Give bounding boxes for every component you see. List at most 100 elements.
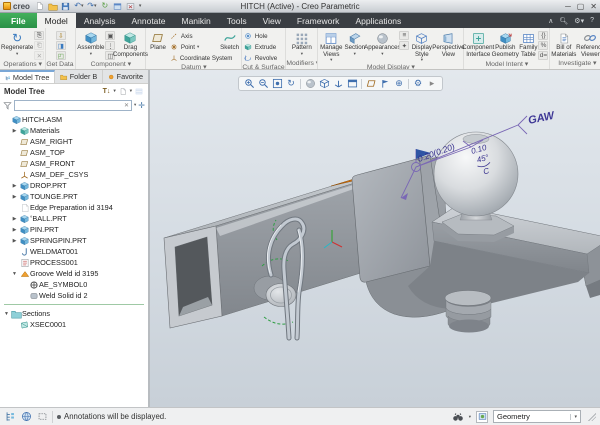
expander-icon[interactable]: ▶ bbox=[10, 216, 19, 222]
hole-button[interactable]: Hole bbox=[244, 31, 284, 41]
repaint-icon[interactable]: ↻ bbox=[285, 78, 297, 90]
search-binoculars-icon[interactable] bbox=[452, 411, 464, 423]
group-label-operations[interactable]: Operations ▾ bbox=[0, 60, 45, 69]
parameters-icon[interactable]: {} bbox=[538, 31, 548, 40]
zoom-out-icon[interactable] bbox=[257, 78, 269, 90]
scene-icon[interactable]: ✦ bbox=[399, 41, 409, 50]
model-viewport[interactable]: GAW 0.20(0.20) 0.10 45° C bbox=[150, 70, 600, 407]
tree-item-hitch-asm[interactable]: HITCH.ASM bbox=[0, 114, 148, 125]
tree-item-weldmat001[interactable]: WELDMAT001 bbox=[0, 246, 148, 257]
sketch-button[interactable]: Sketch bbox=[219, 30, 241, 52]
section-button[interactable]: Section▾ bbox=[344, 30, 365, 56]
tree-filter-input[interactable] bbox=[15, 101, 122, 110]
tree-item-materials[interactable]: ▶Materials bbox=[0, 125, 148, 136]
graphics-settings-icon[interactable]: ⚙ bbox=[412, 78, 424, 90]
tree-filters-arrow-icon[interactable]: ▾ bbox=[113, 88, 115, 94]
tab-manikin[interactable]: Manikin bbox=[174, 13, 219, 28]
tree-filters-icon[interactable]: T↓ bbox=[101, 86, 111, 96]
minimize-button[interactable]: ─ bbox=[565, 2, 571, 11]
tree-item-pin-prt[interactable]: ▶PIN.PRT bbox=[0, 224, 148, 235]
help-icon[interactable]: ? bbox=[590, 17, 594, 24]
tree-item-edge-preparation[interactable]: Edge Preparation id 3194 bbox=[0, 202, 148, 213]
plane-button[interactable]: Plane bbox=[147, 30, 169, 52]
coordinate-system-button[interactable]: Coordinate System bbox=[170, 53, 218, 63]
tree-columns-arrow-icon[interactable]: ▾ bbox=[130, 88, 132, 94]
view-manager-icon[interactable] bbox=[346, 78, 358, 90]
display-style-button[interactable]: Display Style▾ bbox=[410, 30, 433, 63]
settings-icon[interactable]: ⚙▾ bbox=[574, 17, 584, 25]
tree-item-weld-solid[interactable]: Weld Solid id 2 bbox=[0, 290, 148, 301]
zoom-in-icon[interactable] bbox=[243, 78, 255, 90]
save-icon[interactable] bbox=[61, 1, 71, 11]
spin-center-icon[interactable]: ⊕ bbox=[393, 78, 405, 90]
web-browser-icon[interactable] bbox=[20, 411, 32, 423]
tree-item-sections[interactable]: ▼Sections bbox=[0, 308, 148, 319]
expander-icon[interactable]: ▼ bbox=[2, 311, 11, 317]
group-label-investigate[interactable]: Investigate ▾ bbox=[550, 59, 600, 69]
tab-model[interactable]: Model bbox=[37, 13, 76, 28]
expander-icon[interactable]: ▶ bbox=[10, 238, 19, 244]
open-file-icon[interactable] bbox=[48, 1, 58, 11]
graphics-area[interactable]: ↻ ⊕ ⚙ ▸ bbox=[150, 70, 600, 407]
tree-settings-icon[interactable] bbox=[134, 86, 144, 96]
command-search-icon[interactable]: 🔍︎ bbox=[559, 17, 568, 25]
tab-file[interactable]: File bbox=[0, 13, 37, 28]
refit-icon[interactable] bbox=[271, 78, 283, 90]
regenerate-button[interactable]: ↻ Regenerate▾ bbox=[1, 30, 33, 56]
tree-item-asm-right[interactable]: ASM_RIGHT bbox=[0, 136, 148, 147]
window-icon[interactable] bbox=[113, 1, 123, 11]
tab-view[interactable]: View bbox=[255, 13, 289, 28]
relations-icon[interactable]: % bbox=[538, 41, 548, 50]
appearances-button[interactable]: Appearances▾ bbox=[366, 30, 398, 56]
group-label-datum[interactable]: Datum ▾ bbox=[146, 63, 241, 69]
delete-icon[interactable]: ✕ bbox=[34, 51, 44, 60]
redo-icon[interactable]: ↷▾ bbox=[87, 1, 97, 11]
user-defined-feature-icon[interactable]: ◨ bbox=[56, 41, 66, 50]
datum-display-icon[interactable] bbox=[365, 78, 377, 90]
display-style-icon[interactable] bbox=[318, 78, 330, 90]
tree-item-springpin-prt[interactable]: ▶SPRINGPIN.PRT bbox=[0, 235, 148, 246]
close-button[interactable]: ✕ bbox=[590, 2, 597, 11]
tree-item-asm-def-csys[interactable]: ASM_DEF_CSYS bbox=[0, 169, 148, 180]
panel-tab-model-tree[interactable]: Model Tree bbox=[0, 70, 55, 83]
group-label-modifiers[interactable]: Modifiers ▾ bbox=[286, 59, 317, 69]
publish-geometry-button[interactable]: Publish Geometry bbox=[492, 30, 518, 58]
new-file-icon[interactable] bbox=[35, 1, 45, 11]
add-filter-icon[interactable]: ✛ bbox=[138, 101, 145, 110]
tree-item-asm-front[interactable]: ASM_FRONT bbox=[0, 158, 148, 169]
component-interface-button[interactable]: Component Interface bbox=[465, 30, 491, 58]
shrinkwrap-icon[interactable]: ◰ bbox=[56, 51, 66, 60]
axis-button[interactable]: Axis bbox=[170, 31, 218, 41]
revolve-button[interactable]: Revolve bbox=[244, 53, 284, 63]
tab-annotate[interactable]: Annotate bbox=[123, 13, 173, 28]
filter-funnel-icon[interactable] bbox=[3, 101, 12, 110]
pattern-button[interactable]: Pattern▾ bbox=[288, 30, 316, 56]
create-component-icon[interactable]: ▣ bbox=[105, 31, 115, 40]
clear-filter-icon[interactable]: ✕ bbox=[122, 102, 131, 109]
regenerate-quick-icon[interactable]: ↻ bbox=[100, 1, 110, 11]
select-box-icon[interactable] bbox=[36, 411, 48, 423]
maximize-button[interactable]: ▢ bbox=[577, 2, 585, 11]
selection-filter-dropdown[interactable]: Geometry ▾ bbox=[493, 410, 581, 423]
tab-tools[interactable]: Tools bbox=[219, 13, 255, 28]
shading-icon[interactable] bbox=[304, 78, 316, 90]
toggle-navigator-icon[interactable] bbox=[4, 411, 16, 423]
tab-framework[interactable]: Framework bbox=[289, 13, 348, 28]
layers-icon[interactable]: ≡ bbox=[399, 31, 409, 40]
search-options-icon[interactable]: ▾ bbox=[469, 414, 471, 420]
group-label-get-data[interactable]: Get Data ▾ bbox=[46, 60, 75, 69]
manage-views-button[interactable]: Manage Views▾ bbox=[319, 30, 343, 63]
tree-item-groove-weld[interactable]: ▼Groove Weld id 3195 bbox=[0, 268, 148, 279]
spring-washer[interactable] bbox=[445, 291, 491, 333]
expander-icon[interactable]: ▶ bbox=[10, 227, 19, 233]
panel-tab-favorites[interactable]: Favorite bbox=[103, 70, 148, 83]
panel-tab-folder-browser[interactable]: Folder B bbox=[55, 70, 103, 83]
saved-orientations-icon[interactable] bbox=[332, 78, 344, 90]
dimensions-icon[interactable]: d= bbox=[538, 51, 548, 60]
extrude-button[interactable]: Extrude bbox=[244, 42, 284, 52]
tree-item-asm-top[interactable]: ASM_TOP bbox=[0, 147, 148, 158]
perspective-view-button[interactable]: Perspective View bbox=[434, 30, 462, 58]
gaw-label[interactable]: GAW bbox=[527, 109, 557, 127]
expander-icon[interactable]: ▶ bbox=[10, 194, 19, 200]
tree-item-ae-symbol0[interactable]: AE_SYMBOL0 bbox=[0, 279, 148, 290]
